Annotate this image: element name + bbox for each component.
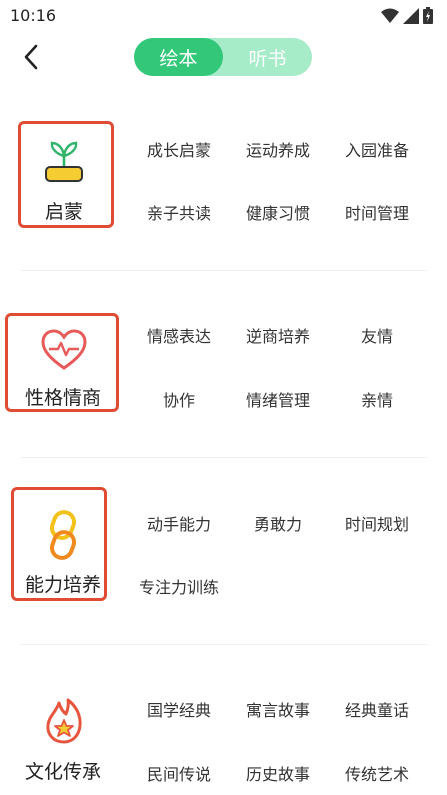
- subcategory-item[interactable]: 成长启蒙: [131, 137, 227, 161]
- subcategory-item[interactable]: 民间传说: [131, 761, 227, 785]
- subcategory-item[interactable]: 时间管理: [329, 200, 425, 224]
- subcategory-item[interactable]: 友情: [329, 323, 425, 347]
- subcategory-item[interactable]: 亲情: [329, 387, 425, 411]
- subcategory-item[interactable]: 逆商培养: [230, 323, 326, 347]
- signal-icon: [403, 7, 419, 24]
- chain-link-icon: [49, 510, 77, 560]
- status-icons: [381, 7, 433, 24]
- subcategory-item[interactable]: 寓言故事: [230, 697, 326, 721]
- category-title: 能力培养: [25, 574, 102, 596]
- back-button[interactable]: [14, 40, 48, 74]
- tab-audio-book[interactable]: 听书: [223, 38, 312, 76]
- subcategory-item[interactable]: 入园准备: [329, 137, 425, 161]
- subcategory-item[interactable]: 专注力训练: [131, 574, 227, 598]
- category-title: 文化传承: [25, 761, 102, 783]
- subcategory-item[interactable]: 健康习惯: [230, 200, 326, 224]
- subcategory-item[interactable]: 协作: [131, 387, 227, 411]
- section-divider: [20, 457, 427, 458]
- tab-toggle: 绘本 听书: [134, 38, 312, 76]
- sprout-icon: [45, 141, 83, 182]
- chevron-left-icon: [24, 44, 38, 70]
- status-bar: 10:16: [0, 0, 447, 32]
- subcategory-item[interactable]: 勇敢力: [230, 511, 326, 535]
- category-title: 性格情商: [25, 387, 102, 409]
- subcategory-item[interactable]: 亲子共读: [131, 200, 227, 224]
- tab-picture-book[interactable]: 绘本: [134, 38, 223, 76]
- subcategory-item[interactable]: 历史故事: [230, 761, 326, 785]
- subcategory-item[interactable]: 情绪管理: [230, 387, 326, 411]
- flame-star-icon: [46, 698, 82, 744]
- heart-pulse-icon: [41, 329, 87, 370]
- section-divider: [20, 644, 427, 645]
- subcategory-item[interactable]: 传统艺术: [329, 761, 425, 785]
- battery-icon: [423, 7, 433, 24]
- status-time: 10:16: [10, 6, 57, 25]
- wifi-icon: [381, 8, 399, 23]
- subcategory-item[interactable]: 时间规划: [329, 511, 425, 535]
- subcategory-item[interactable]: 经典童话: [329, 697, 425, 721]
- section-divider: [20, 270, 427, 271]
- category-title: 启蒙: [45, 201, 84, 223]
- subcategory-item[interactable]: 情感表达: [131, 323, 227, 347]
- subcategory-item[interactable]: 国学经典: [131, 697, 227, 721]
- subcategory-item[interactable]: 动手能力: [131, 511, 227, 535]
- subcategory-item[interactable]: 运动养成: [230, 137, 326, 161]
